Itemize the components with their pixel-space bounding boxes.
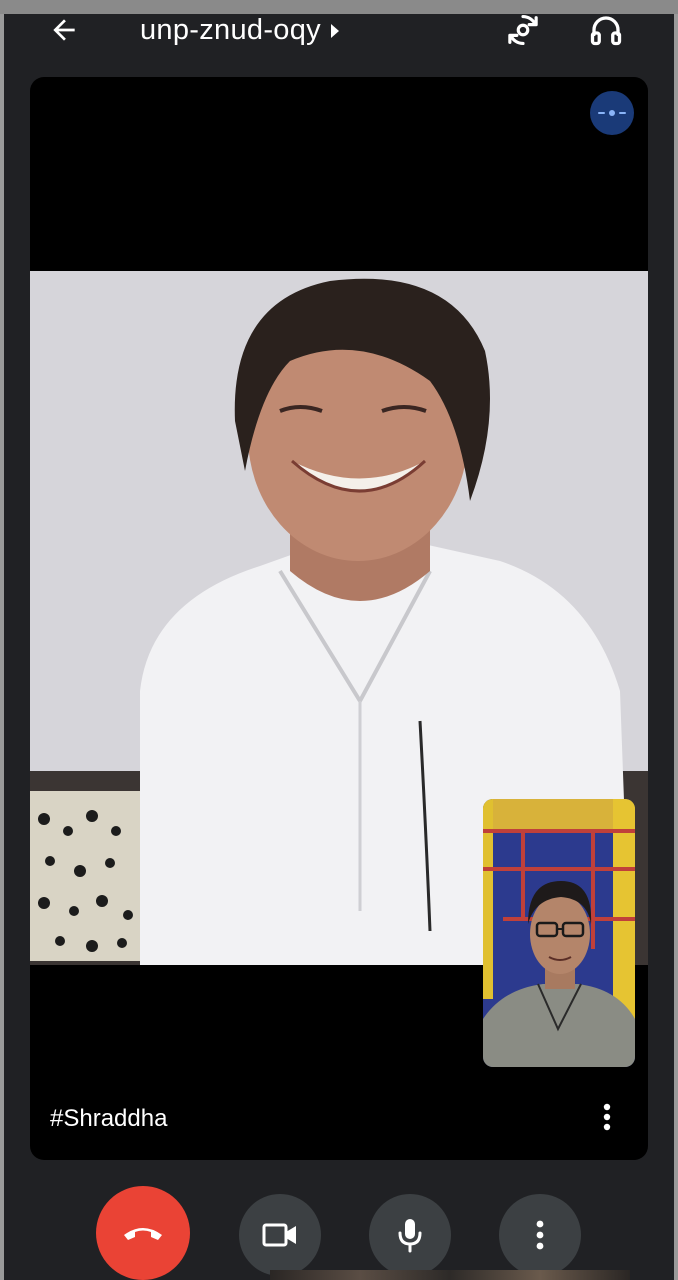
meeting-code-label: unp-znud-oqy (140, 13, 321, 46)
background-peek (270, 1270, 630, 1280)
caret-right-icon (330, 24, 339, 38)
microphone-icon (398, 1219, 422, 1253)
switch-camera-icon (508, 14, 538, 46)
microphone-toggle-button[interactable] (369, 1194, 451, 1276)
back-button[interactable] (42, 8, 86, 52)
end-call-icon (124, 1228, 162, 1240)
meeting-code-button[interactable]: unp-znud-oqy (140, 14, 339, 46)
more-options-button[interactable] (499, 1194, 581, 1276)
call-controls (4, 1174, 674, 1280)
switch-camera-button[interactable] (501, 8, 545, 52)
self-video-feed (483, 799, 635, 1067)
end-call-button[interactable] (96, 1186, 190, 1280)
arrow-left-icon (53, 19, 75, 41)
headphones-icon (590, 16, 622, 46)
audio-output-button[interactable] (584, 8, 628, 52)
participant-name: #Shraddha (50, 1105, 168, 1132)
screen-edge-right (674, 14, 678, 1280)
self-view-tile[interactable] (483, 799, 635, 1067)
more-vertical-icon (603, 1103, 611, 1131)
top-bar: unp-znud-oqy (4, 14, 674, 76)
video-camera-icon (262, 1223, 296, 1247)
tile-menu-button[interactable] (592, 1099, 622, 1135)
system-status-strip (0, 0, 678, 14)
audio-level-indicator (590, 91, 634, 135)
audio-level-icon (598, 110, 626, 116)
meet-call-screen: unp-znud-oqy #Shraddha (4, 14, 674, 1280)
more-vertical-icon (536, 1220, 544, 1250)
camera-toggle-button[interactable] (239, 1194, 321, 1276)
